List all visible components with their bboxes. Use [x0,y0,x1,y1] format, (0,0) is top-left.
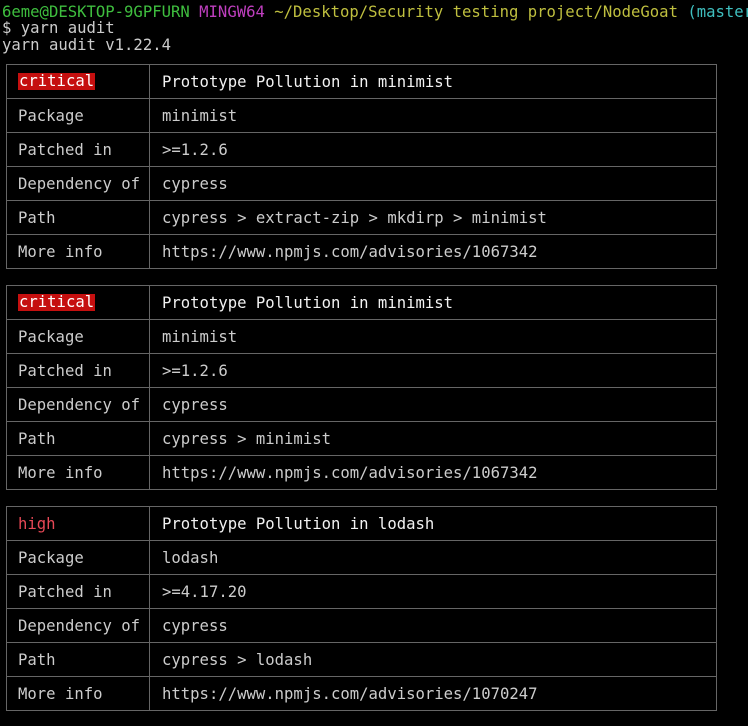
advisory-row-more-info: More info https://www.npmjs.com/advisori… [7,676,716,710]
shell-prompt: 6eme@DESKTOP-9GPFURN MINGW64 ~/Desktop/S… [2,4,748,20]
advisory-row-dependency: Dependency of cypress [7,166,716,200]
severity-badge: high [18,514,56,533]
advisory-header-row: critical Prototype Pollution in minimist [7,286,716,319]
row-value: cypress [162,174,228,193]
advisory-row-patched: Patched in >=1.2.6 [7,353,716,387]
row-label: Patched in [7,354,150,387]
row-value: cypress [162,616,228,635]
severity-badge: critical [18,293,96,311]
advisory-table: high Prototype Pollution in lodash Packa… [6,506,717,711]
row-label: Path [7,201,150,234]
advisory-row-package: Package minimist [7,319,716,353]
row-label: Dependency of [7,167,150,200]
row-label: More info [7,677,150,710]
row-label: Dependency of [7,388,150,421]
advisory-table: critical Prototype Pollution in minimist… [6,64,717,269]
row-value: >=1.2.6 [162,140,228,159]
advisory-row-patched: Patched in >=4.17.20 [7,574,716,608]
row-label: Dependency of [7,609,150,642]
advisory-row-more-info: More info https://www.npmjs.com/advisori… [7,455,716,489]
advisory-header-row: critical Prototype Pollution in minimist [7,65,716,98]
row-label: Package [7,541,150,574]
command-line: $ yarn audit [2,19,115,37]
row-label: More info [7,235,150,268]
row-label: Package [7,99,150,132]
row-value: lodash [162,548,219,567]
advisory-header-row: high Prototype Pollution in lodash [7,507,716,540]
row-value: >=4.17.20 [162,582,247,601]
row-value: minimist [162,327,238,346]
row-value: cypress > extract-zip > mkdirp > minimis… [162,208,547,227]
advisory-row-more-info: More info https://www.npmjs.com/advisori… [7,234,716,268]
advisory-row-path: Path cypress > lodash [7,642,716,676]
advisory-row-patched: Patched in >=1.2.6 [7,132,716,166]
prompt-path: ~/Desktop/Security testing project/NodeG… [274,3,678,21]
severity-badge: critical [18,72,96,90]
row-value: minimist [162,106,238,125]
row-label: Package [7,320,150,353]
advisory-row-package: Package lodash [7,540,716,574]
prompt-env: MINGW64 [199,3,265,21]
row-label: Patched in [7,133,150,166]
advisory-title: Prototype Pollution in minimist [162,293,454,312]
advisory-link[interactable]: https://www.npmjs.com/advisories/1070247 [150,677,716,710]
version-line: yarn audit v1.22.4 [2,36,171,54]
row-value: cypress [162,395,228,414]
row-label: Path [7,422,150,455]
advisory-title: Prototype Pollution in minimist [162,72,454,91]
advisory-table: critical Prototype Pollution in minimist… [6,285,717,490]
row-label: Patched in [7,575,150,608]
advisory-link[interactable]: https://www.npmjs.com/advisories/1067342 [150,235,716,268]
advisory-row-dependency: Dependency of cypress [7,608,716,642]
advisory-row-path: Path cypress > extract-zip > mkdirp > mi… [7,200,716,234]
row-label: Path [7,643,150,676]
advisory-row-package: Package minimist [7,98,716,132]
prompt-branch: (master) [687,3,748,21]
row-label: More info [7,456,150,489]
advisory-link[interactable]: https://www.npmjs.com/advisories/1067342 [150,456,716,489]
advisory-row-path: Path cypress > minimist [7,421,716,455]
row-value: cypress > minimist [162,429,331,448]
row-value: cypress > lodash [162,650,313,669]
advisory-row-dependency: Dependency of cypress [7,387,716,421]
row-value: >=1.2.6 [162,361,228,380]
advisory-title: Prototype Pollution in lodash [162,514,435,533]
